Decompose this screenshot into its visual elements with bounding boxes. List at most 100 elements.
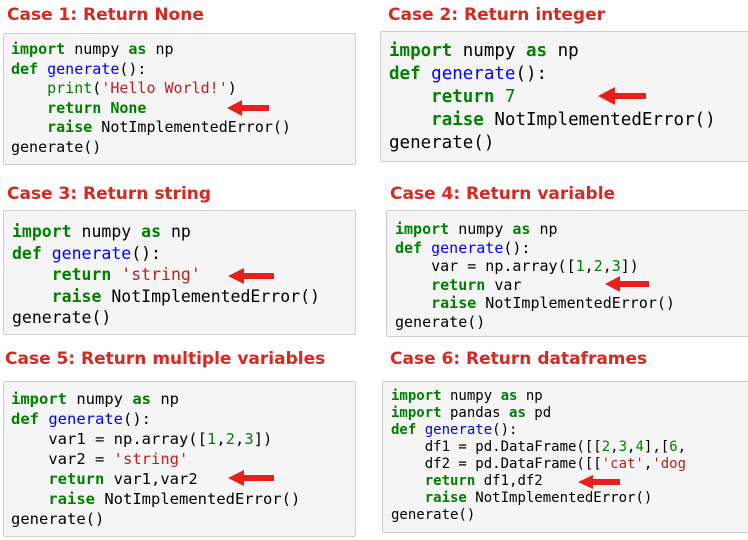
code-token: numpy	[65, 40, 129, 58]
code-line: raise NotImplementedError()	[11, 118, 291, 136]
code-token: np	[161, 222, 191, 241]
panel-title-case-2: Case 2: Return integer	[388, 5, 605, 25]
code-token: 'Hello World!'	[101, 79, 228, 97]
left-arrow-icon	[598, 87, 646, 105]
code-token: import	[395, 220, 450, 238]
code-token: as	[509, 405, 526, 421]
code-cell-case-6[interactable]: import numpy as np import pandas as pd d…	[382, 381, 748, 533]
code-line: generate()	[395, 313, 485, 331]
code-token: generate()	[395, 312, 486, 331]
code-token: return	[431, 87, 495, 107]
code-token: import	[11, 40, 66, 58]
code-token: np	[517, 388, 543, 404]
code-block-case-1: import numpy as np def generate(): print…	[11, 40, 355, 157]
code-token: 'string'	[113, 450, 189, 468]
code-token: return	[51, 265, 112, 284]
code-token: (	[92, 79, 102, 97]
code-token: NotImplementedError()	[476, 294, 675, 312]
code-token: import	[391, 405, 442, 421]
code-cell-case-5[interactable]: import numpy as np def generate(): var1 …	[3, 381, 356, 537]
code-token: raise	[51, 286, 102, 306]
code-token: numpy	[71, 222, 142, 241]
code-line: import numpy as np	[389, 41, 579, 61]
code-token: as	[525, 41, 548, 61]
code-token: ():	[515, 64, 548, 84]
code-token: return	[48, 470, 105, 488]
code-token: ,	[216, 430, 226, 448]
code-token: NotImplementedError()	[101, 286, 320, 306]
code-token: return	[47, 98, 102, 117]
code-token: 6	[669, 439, 678, 455]
code-token: ,	[610, 439, 619, 455]
panel-title-case-6: Case 6: Return dataframes	[390, 349, 648, 369]
code-line: raise NotImplementedError()	[12, 287, 320, 306]
left-arrow-icon	[227, 100, 269, 116]
code-token: as	[128, 40, 147, 58]
code-token: var	[485, 275, 522, 294]
code-token: ])	[620, 257, 639, 275]
code-line: raise NotImplementedError()	[391, 490, 653, 506]
panel-title-case-1: Case 1: Return None	[7, 5, 204, 25]
code-line: def generate():	[389, 64, 547, 84]
code-token: pandas	[441, 405, 510, 421]
code-token: ,	[602, 257, 612, 275]
code-token: 4	[635, 439, 644, 455]
code-line: import numpy as np	[395, 220, 558, 238]
panel-title-case-4: Case 4: Return variable	[390, 184, 616, 204]
code-token: np	[530, 220, 558, 238]
code-line: df1 = pd.DataFrame([[2,3,4],[6,	[391, 439, 686, 455]
code-token: ():	[119, 59, 147, 78]
code-line: import numpy as np	[11, 40, 174, 58]
code-line: print('Hello World!')	[11, 79, 237, 97]
code-line: import numpy as np	[12, 222, 191, 241]
code-token: 3	[244, 430, 254, 448]
code-line: raise NotImplementedError()	[395, 294, 675, 312]
code-token: NotImplementedError()	[95, 490, 301, 508]
code-cell-case-2[interactable]: import numpy as np def generate(): retur…	[380, 31, 748, 162]
code-line: generate()	[389, 133, 494, 153]
code-cell-case-3[interactable]: import numpy as np def generate(): retur…	[3, 210, 356, 335]
code-line: return var1,var2	[11, 470, 198, 488]
left-arrow-icon	[605, 276, 649, 292]
left-arrow-icon	[578, 475, 620, 489]
code-token: import	[389, 41, 453, 61]
code-token: ():	[503, 238, 531, 257]
code-token: 'dog	[652, 456, 687, 472]
code-token: NotImplementedError()	[483, 110, 716, 130]
code-token: 3	[611, 257, 621, 275]
code-token: def	[11, 410, 39, 428]
code-token: var1 = np.array([	[11, 430, 207, 448]
code-token: generate()	[11, 510, 105, 528]
code-token: var1,var2	[104, 470, 198, 488]
code-token: as	[512, 220, 531, 238]
code-token: return	[424, 473, 476, 489]
panel-title-case-3: Case 3: Return string	[7, 184, 212, 204]
code-line: generate()	[391, 507, 475, 523]
code-token: as	[141, 222, 162, 241]
code-token: as	[500, 388, 518, 404]
code-line: generate()	[11, 510, 104, 528]
code-token: df2 = pd.DataFrame([[	[391, 456, 602, 472]
code-token: ])	[253, 430, 273, 448]
left-arrow-icon	[228, 470, 274, 486]
code-cell-case-4[interactable]: import numpy as np def generate(): var =…	[386, 210, 748, 337]
code-line: def generate():	[12, 244, 161, 263]
code-token: ():	[123, 410, 151, 428]
code-cell-case-1[interactable]: import numpy as np def generate(): print…	[3, 33, 356, 165]
code-block-case-3: import numpy as np def generate(): retur…	[12, 221, 355, 329]
code-token: import	[12, 222, 72, 241]
code-token: def	[12, 243, 42, 263]
code-block-case-6: import numpy as np import pandas as pd d…	[391, 388, 748, 524]
code-token: import	[11, 390, 67, 408]
code-token: ,	[235, 430, 245, 448]
code-token: ,	[584, 257, 594, 275]
code-line: var1 = np.array([1,2,3])	[11, 430, 272, 448]
